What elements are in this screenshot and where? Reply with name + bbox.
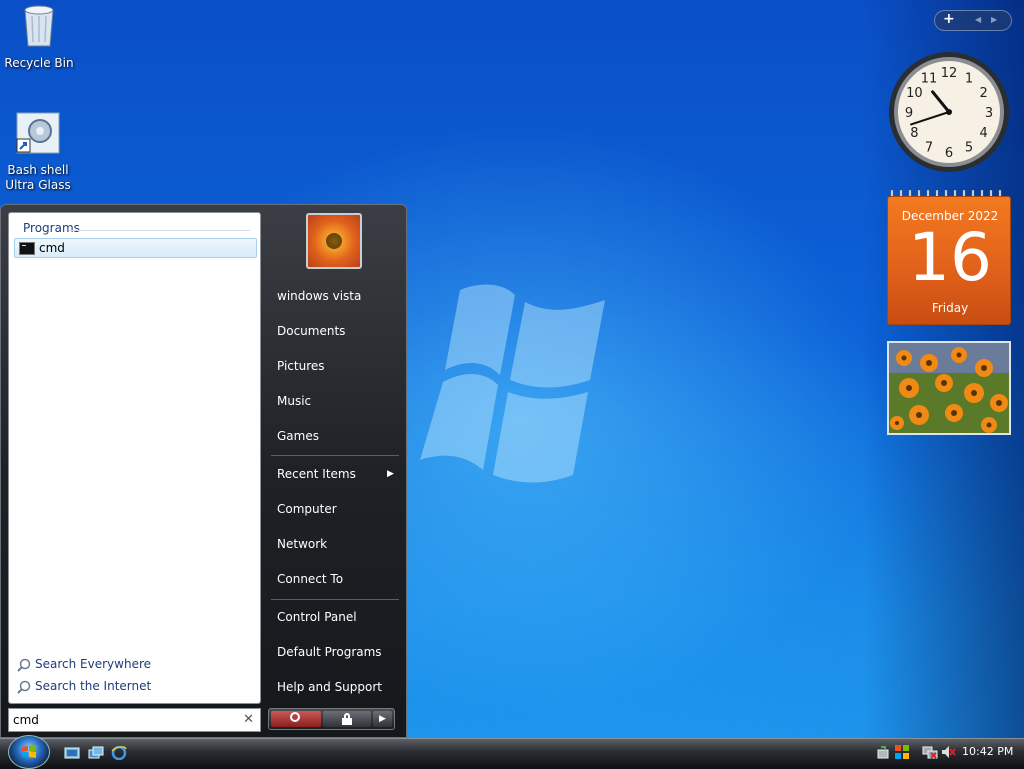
menu-item-documents[interactable]: Documents — [277, 324, 345, 338]
start-menu-results-pane: Programs cmd Search Everywhere Search th… — [8, 212, 261, 704]
calendar-gadget[interactable]: December 2022 16 Friday — [887, 190, 1011, 325]
power-controls: ▶ — [268, 708, 395, 730]
desktop-icon-bash-shell[interactable]: Bash shell Ultra Glass — [0, 111, 76, 193]
program-result-cmd[interactable]: cmd — [14, 238, 257, 258]
clock-numeral: 7 — [925, 141, 933, 156]
clock-numeral: 3 — [985, 106, 993, 121]
windows-logo-wallpaper — [420, 284, 605, 483]
clock-numeral: 6 — [945, 146, 953, 161]
recycle-bin-label: Recycle Bin — [4, 56, 74, 70]
calendar-page: December 2022 16 Friday — [887, 196, 1011, 325]
bash-shell-label: Bash shell Ultra Glass — [5, 163, 71, 192]
menu-item-default-programs[interactable]: Default Programs — [277, 645, 382, 659]
search-internet-label: Search the Internet — [35, 679, 152, 693]
desktop-icon-recycle-bin[interactable]: Recycle Bin — [1, 2, 77, 71]
menu-separator — [271, 455, 399, 456]
lock-button[interactable] — [323, 711, 371, 727]
windows-security-icon[interactable] — [894, 744, 910, 760]
menu-item-user[interactable]: windows vista — [277, 289, 361, 303]
search-everywhere-link[interactable]: Search Everywhere — [17, 657, 151, 672]
clock-numeral: 10 — [906, 86, 923, 101]
clear-search-icon[interactable]: ✕ — [243, 712, 254, 727]
windows-flag-icon — [22, 745, 36, 758]
safely-remove-hardware-icon[interactable] — [876, 744, 892, 760]
clock-numeral: 11 — [921, 71, 938, 86]
menu-item-network[interactable]: Network — [277, 537, 327, 551]
network-disconnected-icon[interactable] — [922, 744, 938, 760]
calendar-day: 16 — [908, 219, 992, 296]
user-avatar[interactable] — [306, 213, 362, 269]
search-internet-link[interactable]: Search the Internet — [17, 679, 151, 694]
slideshow-gadget[interactable] — [887, 341, 1011, 435]
menu-item-connect-to[interactable]: Connect To — [277, 572, 343, 586]
clock-numeral: 2 — [979, 86, 987, 101]
gadget-toolbar: + ◀ ▶ — [934, 10, 1012, 31]
start-menu: Programs cmd Search Everywhere Search th… — [0, 204, 407, 738]
recycle-bin-icon — [24, 5, 54, 47]
power-icon — [290, 712, 300, 722]
menu-item-recent-items[interactable]: Recent Items — [277, 467, 356, 481]
menu-item-games[interactable]: Games — [277, 429, 319, 443]
menu-item-music[interactable]: Music — [277, 394, 311, 408]
flowers-photo — [889, 343, 1009, 433]
search-icon — [17, 680, 31, 694]
programs-header: Programs — [23, 221, 80, 235]
taskbar-clock[interactable]: 10:42 PM — [962, 745, 1013, 758]
start-search-box[interactable]: ✕ — [8, 708, 261, 732]
clock-numeral: 5 — [965, 141, 973, 156]
clock-gadget[interactable]: 1234567891011 12 — [887, 50, 1011, 174]
program-result-label: cmd — [39, 241, 65, 255]
clock-numeral: 12 — [941, 66, 958, 81]
menu-item-help-support[interactable]: Help and Support — [277, 680, 382, 694]
search-everywhere-label: Search Everywhere — [35, 657, 151, 671]
clock-numeral: 1 — [965, 71, 973, 86]
switch-windows-icon[interactable] — [88, 746, 104, 760]
volume-muted-icon[interactable] — [940, 744, 956, 760]
shutdown-options-button[interactable]: ▶ — [373, 711, 392, 727]
calendar-weekday: Friday — [931, 301, 969, 315]
menu-item-computer[interactable]: Computer — [277, 502, 337, 516]
search-icon — [17, 658, 31, 672]
menu-item-pictures[interactable]: Pictures — [277, 359, 325, 373]
clock-numeral: 8 — [910, 126, 918, 141]
add-gadget-button[interactable]: + — [943, 11, 955, 27]
clock-numeral: 9 — [905, 106, 913, 121]
internet-explorer-icon[interactable] — [111, 746, 127, 760]
power-button[interactable] — [271, 711, 321, 727]
menu-separator — [271, 599, 399, 600]
clock-numeral: 4 — [979, 126, 987, 141]
command-prompt-icon — [19, 242, 35, 255]
programs-divider — [69, 230, 250, 231]
submenu-arrow-icon: ▶ — [387, 469, 394, 479]
gadget-prev-button[interactable]: ◀ — [975, 15, 981, 24]
taskbar — [0, 738, 1024, 769]
show-desktop-icon[interactable] — [64, 746, 80, 760]
start-search-input[interactable] — [13, 711, 233, 729]
gadget-next-button[interactable]: ▶ — [991, 15, 997, 24]
shortcut-gear-icon — [16, 112, 60, 154]
menu-item-control-panel[interactable]: Control Panel — [277, 610, 357, 624]
start-button[interactable] — [8, 735, 50, 769]
